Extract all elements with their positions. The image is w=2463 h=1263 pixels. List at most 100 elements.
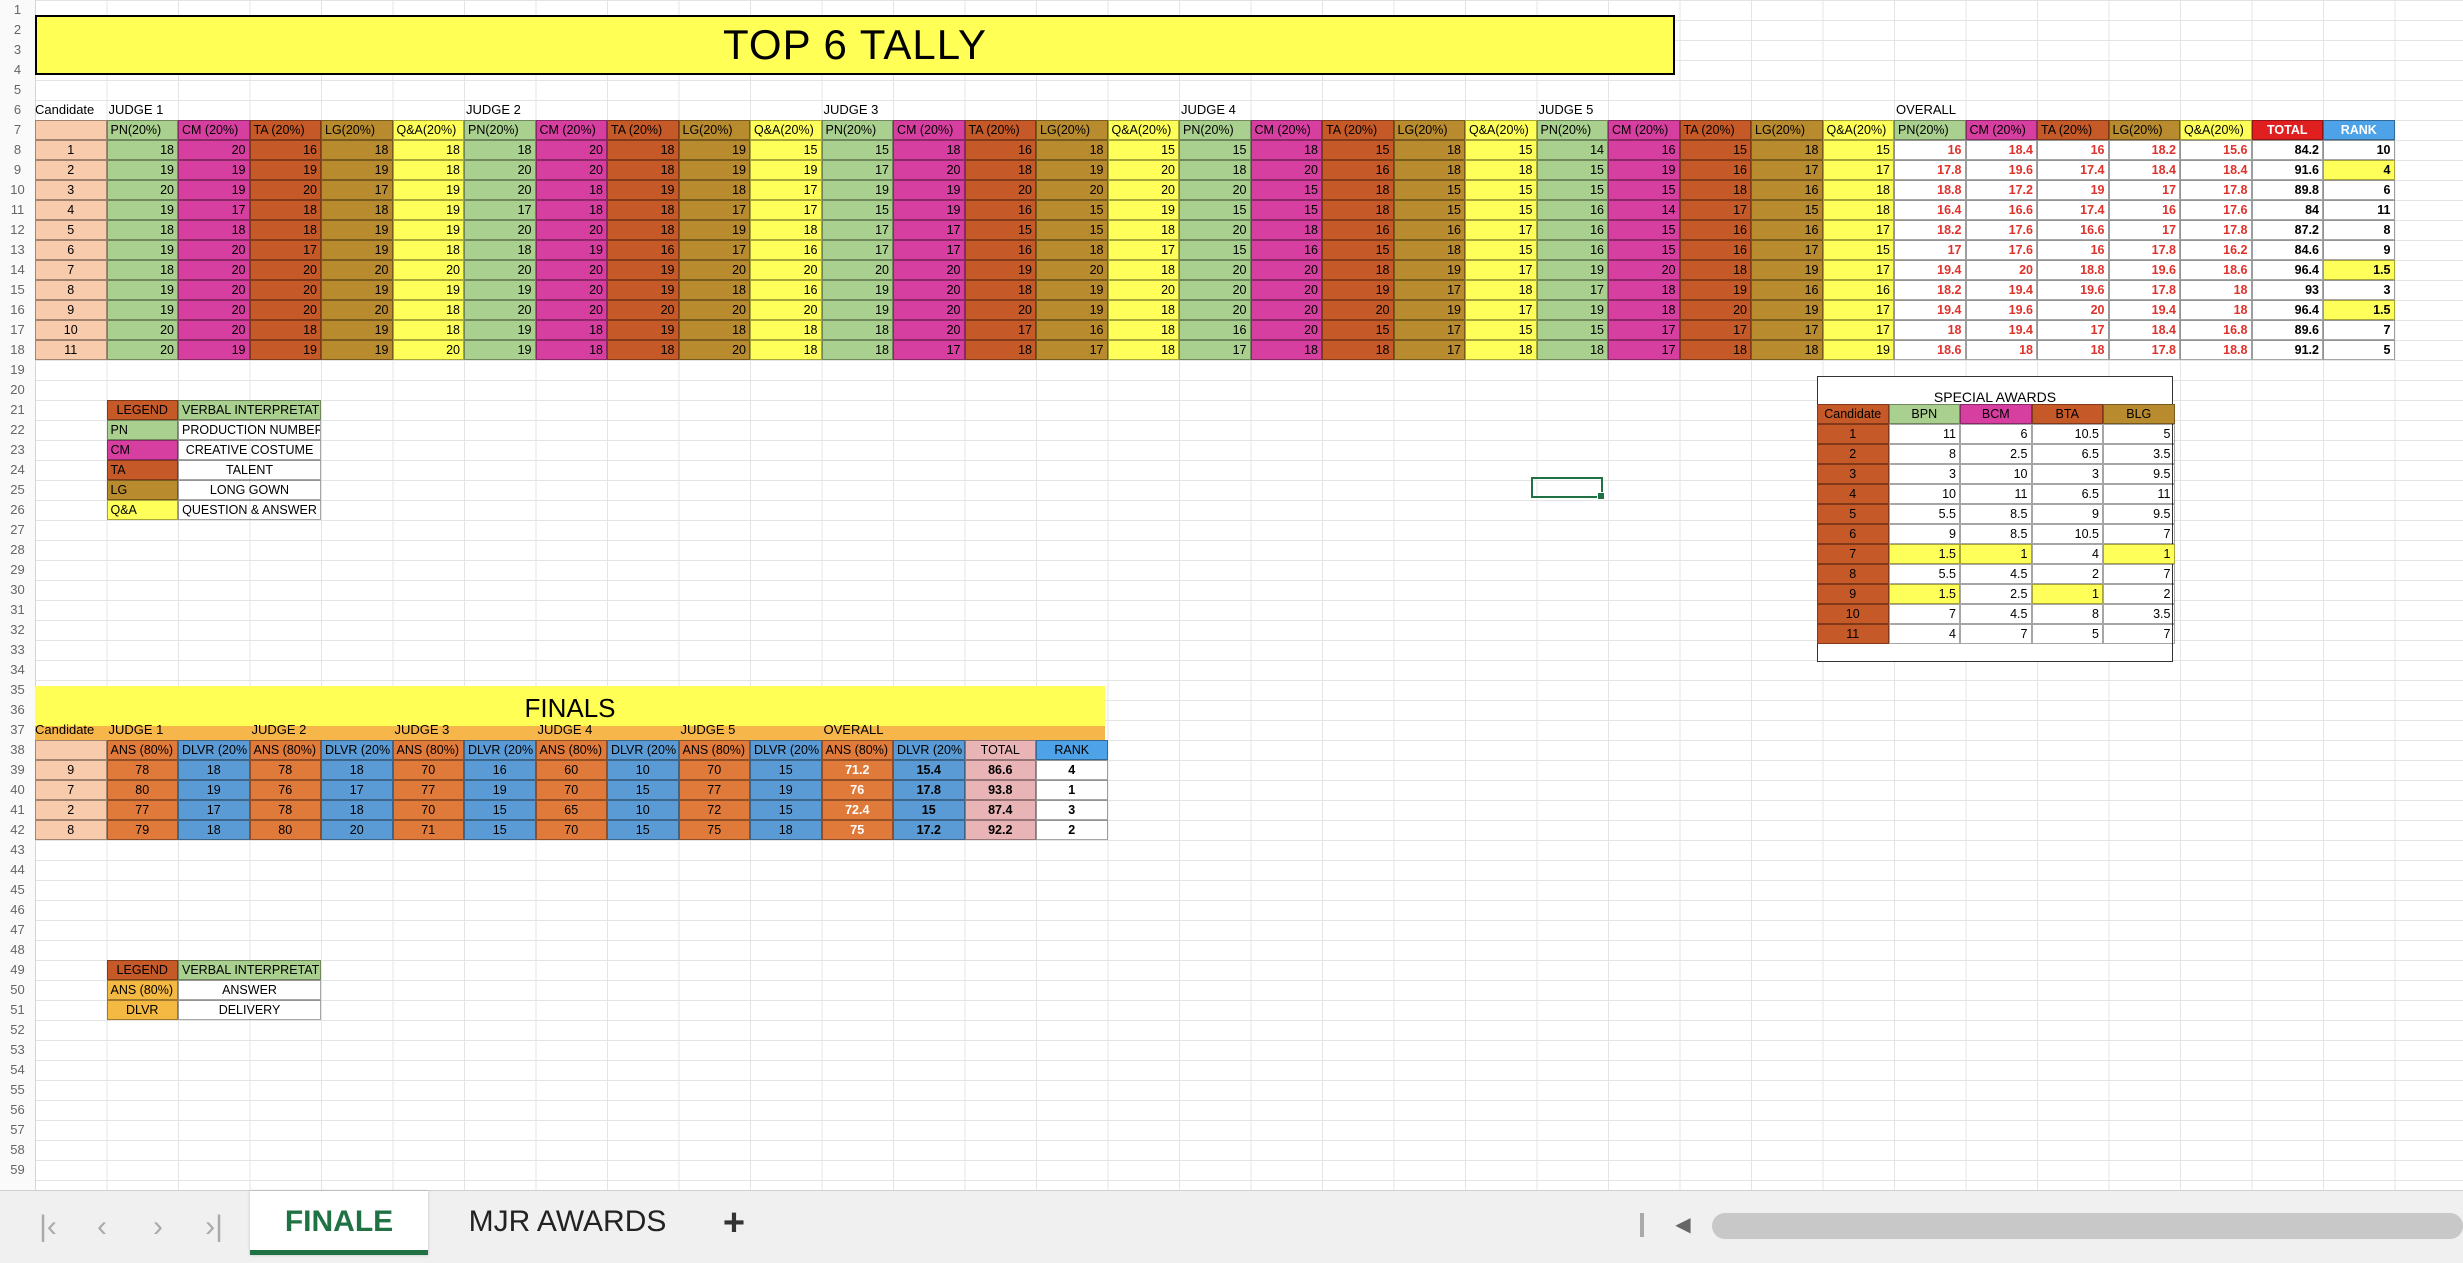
category-header[interactable]: PN(20%)	[821, 120, 893, 140]
score-cell[interactable]: 18	[392, 240, 464, 260]
score-cell[interactable]: 15	[1465, 320, 1537, 340]
score-cell[interactable]: 19	[893, 200, 965, 220]
overall-score[interactable]: 18.6	[2180, 260, 2252, 280]
score-cell[interactable]: 15	[1536, 320, 1608, 340]
score-cell[interactable]: 19	[106, 280, 178, 300]
score-cell[interactable]: 15	[1822, 240, 1894, 260]
score-cell[interactable]: 18	[607, 140, 679, 160]
score-cell[interactable]: 20	[249, 180, 321, 200]
score-cell[interactable]: 18	[1036, 240, 1108, 260]
rank-cell[interactable]: 10	[2323, 140, 2395, 160]
score-cell[interactable]: 18	[249, 200, 321, 220]
score-cell[interactable]: 19	[1036, 280, 1108, 300]
overall-score[interactable]: 19.4	[1965, 320, 2037, 340]
row-header[interactable]: 44	[0, 860, 35, 880]
award-rank[interactable]: 9	[2031, 504, 2103, 524]
row-header[interactable]: 39	[0, 760, 35, 780]
score-cell[interactable]: 17	[1751, 160, 1823, 180]
score-cell[interactable]: 16	[1536, 240, 1608, 260]
award-rank[interactable]: 11	[1960, 484, 2032, 504]
category-header[interactable]: Q&A(20%)	[1465, 120, 1537, 140]
score-cell[interactable]: 18	[535, 340, 607, 360]
delivery-score[interactable]: 20	[321, 820, 393, 840]
rank-cell[interactable]: 9	[2323, 240, 2395, 260]
score-cell[interactable]: 18	[321, 200, 393, 220]
score-cell[interactable]: 20	[1608, 260, 1680, 280]
award-header[interactable]: BTA	[2031, 404, 2103, 424]
score-cell[interactable]: 15	[1608, 240, 1680, 260]
overall-answer[interactable]: 75	[821, 820, 893, 840]
overall-answer[interactable]: 76	[821, 780, 893, 800]
category-header[interactable]: CM (20%)	[1965, 120, 2037, 140]
overall-answer[interactable]: 71.2	[821, 760, 893, 780]
award-rank[interactable]: 4.5	[1960, 604, 2032, 624]
award-rank[interactable]: 7	[1888, 604, 1960, 624]
total-score[interactable]: 93	[2251, 280, 2323, 300]
score-cell[interactable]: 17	[1465, 300, 1537, 320]
score-cell[interactable]: 15	[1107, 140, 1179, 160]
score-cell[interactable]: 20	[464, 180, 536, 200]
row-header[interactable]: 13	[0, 240, 35, 260]
overall-score[interactable]: 18	[2037, 340, 2109, 360]
score-cell[interactable]: 20	[1250, 280, 1322, 300]
score-cell[interactable]: 20	[178, 240, 250, 260]
overall-score[interactable]: 20	[1965, 260, 2037, 280]
legend-abbr[interactable]: LG	[106, 480, 178, 500]
score-cell[interactable]: 15	[1608, 180, 1680, 200]
award-header[interactable]: BCM	[1960, 404, 2032, 424]
score-cell[interactable]: 20	[1179, 280, 1251, 300]
score-cell[interactable]: 16	[249, 140, 321, 160]
row-header[interactable]: 4	[0, 60, 35, 80]
selected-cell[interactable]	[1531, 477, 1605, 500]
score-cell[interactable]: 15	[1036, 220, 1108, 240]
legend-abbr[interactable]: DLVR	[106, 1000, 178, 1020]
score-cell[interactable]: 18	[249, 320, 321, 340]
score-cell[interactable]: 19	[964, 260, 1036, 280]
finals-total[interactable]: 87.4	[964, 800, 1036, 820]
score-cell[interactable]: 18	[106, 260, 178, 280]
scroll-left-icon[interactable]: ◀	[1665, 1207, 1701, 1243]
answer-header[interactable]: ANS (80%)	[392, 740, 464, 760]
score-cell[interactable]: 20	[178, 260, 250, 280]
score-cell[interactable]: 15	[1393, 180, 1465, 200]
score-cell[interactable]: 18	[678, 320, 750, 340]
score-cell[interactable]: 15	[1751, 200, 1823, 220]
score-cell[interactable]: 18	[392, 140, 464, 160]
score-cell[interactable]: 18	[321, 140, 393, 160]
score-cell[interactable]: 18	[1751, 140, 1823, 160]
answer-score[interactable]: 75	[678, 820, 750, 840]
finals-candidate[interactable]: 9	[35, 760, 107, 780]
delivery-score[interactable]: 15	[607, 820, 679, 840]
delivery-score[interactable]: 17	[321, 780, 393, 800]
tab-mjr-awards[interactable]: MJR AWARDS	[450, 1191, 685, 1255]
award-rank[interactable]: 1	[2031, 584, 2103, 604]
score-cell[interactable]: 20	[535, 160, 607, 180]
next-sheet-icon[interactable]: ›	[140, 1209, 176, 1245]
award-rank[interactable]: 7	[2103, 524, 2175, 544]
score-cell[interactable]: 18	[607, 220, 679, 240]
row-header[interactable]: 57	[0, 1120, 35, 1140]
award-candidate[interactable]: 2	[1817, 444, 1889, 464]
legend-desc[interactable]: ANSWER	[178, 980, 321, 1000]
row-header[interactable]: 28	[0, 540, 35, 560]
score-cell[interactable]: 18	[1679, 260, 1751, 280]
overall-score[interactable]: 18.2	[1894, 280, 1966, 300]
score-cell[interactable]: 18	[964, 280, 1036, 300]
row-header[interactable]: 6	[0, 100, 35, 120]
score-cell[interactable]: 19	[464, 320, 536, 340]
score-cell[interactable]: 18	[1107, 320, 1179, 340]
score-cell[interactable]: 19	[392, 220, 464, 240]
answer-score[interactable]: 78	[106, 760, 178, 780]
score-cell[interactable]: 15	[821, 140, 893, 160]
score-cell[interactable]: 18	[821, 320, 893, 340]
award-rank[interactable]: 8	[1888, 444, 1960, 464]
overall-score[interactable]: 18.6	[1894, 340, 1966, 360]
overall-score[interactable]: 18	[1894, 320, 1966, 340]
score-cell[interactable]: 20	[1179, 300, 1251, 320]
award-candidate[interactable]: 9	[1817, 584, 1889, 604]
overall-score[interactable]: 17.8	[2108, 240, 2180, 260]
score-cell[interactable]: 19	[1536, 260, 1608, 280]
score-cell[interactable]: 20	[893, 160, 965, 180]
answer-score[interactable]: 76	[249, 780, 321, 800]
award-rank[interactable]: 5	[2103, 424, 2175, 444]
